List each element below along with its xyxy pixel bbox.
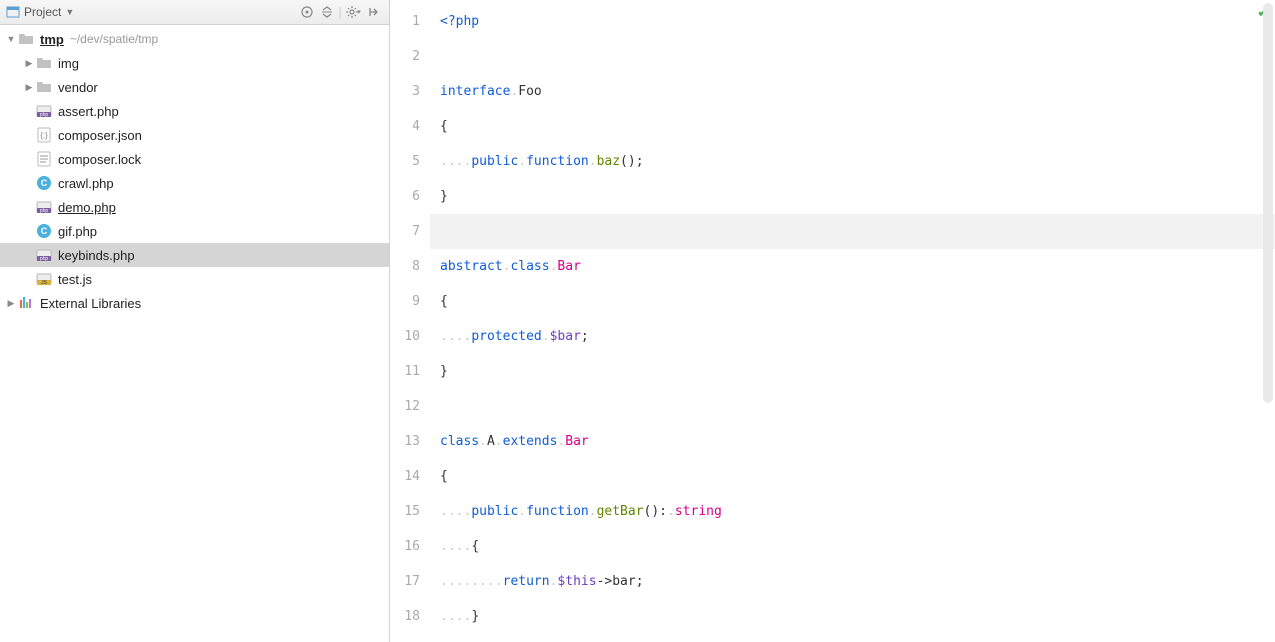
code-line[interactable] xyxy=(430,389,1275,424)
chevron-down-icon[interactable]: ▼ xyxy=(65,7,74,17)
project-icon xyxy=(6,5,20,19)
code-line[interactable]: ....public.function.getBar():.string xyxy=(430,494,1275,529)
line-number: 1 xyxy=(390,4,430,39)
tree-item-vendor[interactable]: ▶ vendor xyxy=(0,75,389,99)
tree-label: External Libraries xyxy=(40,296,141,311)
code-line[interactable]: } xyxy=(430,354,1275,389)
code-line[interactable]: } xyxy=(430,179,1275,214)
tree-label: tmp xyxy=(40,32,64,47)
tree-item-img[interactable]: ▶ img xyxy=(0,51,389,75)
hide-icon[interactable] xyxy=(363,2,383,22)
code-line[interactable]: <?php xyxy=(430,4,1275,39)
tree-item-composer-json[interactable]: ▶{;}composer.json xyxy=(0,123,389,147)
tree-item-gif-php[interactable]: ▶Cgif.php xyxy=(0,219,389,243)
folder-icon xyxy=(18,31,34,47)
scrollbar-thumb[interactable] xyxy=(1263,3,1273,403)
code-line[interactable]: { xyxy=(430,284,1275,319)
code-line[interactable]: ....protected.$bar; xyxy=(430,319,1275,354)
svg-text:php: php xyxy=(40,256,49,262)
json-icon: {;} xyxy=(36,127,52,143)
js-icon: JS xyxy=(36,271,52,287)
svg-text:C: C xyxy=(41,178,48,188)
folder-icon xyxy=(36,55,52,71)
tree-item-test-js[interactable]: ▶JStest.js xyxy=(0,267,389,291)
tree-item-tmp[interactable]: ▼ tmp ~/dev/spatie/tmp xyxy=(0,27,389,51)
tree-arrow-icon[interactable]: ▶ xyxy=(22,80,36,94)
c-icon: C xyxy=(36,175,52,191)
target-icon[interactable] xyxy=(297,2,317,22)
tree-item-assert-php[interactable]: ▶phpassert.php xyxy=(0,99,389,123)
php-icon: php xyxy=(36,103,52,119)
code-line[interactable]: { xyxy=(430,109,1275,144)
lib-icon xyxy=(18,295,34,311)
line-number: 12 xyxy=(390,389,430,424)
tree-label: crawl.php xyxy=(58,176,114,191)
folder-icon xyxy=(36,79,52,95)
tree-label: demo.php xyxy=(58,200,116,215)
svg-text:{;}: {;} xyxy=(40,131,48,140)
project-sidebar: Project ▼ | ▾ ▼ tmp ~/dev/spatie/tmp ▶ img ▶ v… xyxy=(0,0,390,642)
code-line[interactable]: interface.Foo xyxy=(430,74,1275,109)
tree-arrow-icon[interactable]: ▶ xyxy=(4,296,18,310)
code-line[interactable] xyxy=(430,39,1275,74)
gear-icon[interactable]: ▾ xyxy=(343,2,363,22)
tree-item-demo-php[interactable]: ▶phpdemo.php xyxy=(0,195,389,219)
tree-arrow-icon[interactable]: ▼ xyxy=(4,32,18,46)
code-line[interactable]: ....{ xyxy=(430,529,1275,564)
code-line[interactable]: { xyxy=(430,459,1275,494)
code-line[interactable]: ....public.function.baz(); xyxy=(430,144,1275,179)
line-number: 5 xyxy=(390,144,430,179)
line-number: 8 xyxy=(390,249,430,284)
code-area[interactable]: <?phpinterface.Foo{....public.function.b… xyxy=(430,0,1275,642)
line-number: 17 xyxy=(390,564,430,599)
tree-label: vendor xyxy=(58,80,98,95)
tree-label: img xyxy=(58,56,79,71)
tree-path: ~/dev/spatie/tmp xyxy=(70,32,158,46)
tree-item-keybinds-php[interactable]: ▶phpkeybinds.php xyxy=(0,243,389,267)
sidebar-title[interactable]: Project xyxy=(24,5,61,19)
tree-item-crawl-php[interactable]: ▶Ccrawl.php xyxy=(0,171,389,195)
tree-label: keybinds.php xyxy=(58,248,135,263)
line-number: 10 xyxy=(390,319,430,354)
code-line[interactable] xyxy=(430,214,1275,249)
line-number: 6 xyxy=(390,179,430,214)
line-number: 7 xyxy=(390,214,430,249)
project-tree[interactable]: ▼ tmp ~/dev/spatie/tmp ▶ img ▶ vendor ▶ php asser… xyxy=(0,25,389,642)
php-icon: php xyxy=(36,199,52,215)
code-line[interactable]: class.A.extends.Bar xyxy=(430,424,1275,459)
tree-item-composer-lock[interactable]: ▶composer.lock xyxy=(0,147,389,171)
tree-label: composer.json xyxy=(58,128,142,143)
line-number: 4 xyxy=(390,109,430,144)
line-number: 16 xyxy=(390,529,430,564)
code-line[interactable]: ....} xyxy=(430,599,1275,634)
tree-label: composer.lock xyxy=(58,152,141,167)
php-icon: php xyxy=(36,247,52,263)
code-line[interactable]: ........return.$this->bar; xyxy=(430,564,1275,599)
tree-label: test.js xyxy=(58,272,92,287)
collapse-icon[interactable] xyxy=(317,2,337,22)
line-number: 18 xyxy=(390,599,430,634)
scrollbar[interactable] xyxy=(1263,3,1275,403)
svg-text:C: C xyxy=(41,226,48,236)
tree-label: gif.php xyxy=(58,224,97,239)
code-editor[interactable]: 123456789101112131415161718 <?phpinterfa… xyxy=(390,0,1275,642)
line-number: 11 xyxy=(390,354,430,389)
svg-text:php: php xyxy=(40,112,49,118)
line-number: 2 xyxy=(390,39,430,74)
line-number: 3 xyxy=(390,74,430,109)
tree-arrow-icon[interactable]: ▶ xyxy=(22,56,36,70)
tree-label: assert.php xyxy=(58,104,119,119)
svg-text:JS: JS xyxy=(41,280,48,286)
lock-icon xyxy=(36,151,52,167)
c-icon: C xyxy=(36,223,52,239)
tree-item-external-libraries[interactable]: ▶ External Libraries xyxy=(0,291,389,315)
line-number: 15 xyxy=(390,494,430,529)
gutter: 123456789101112131415161718 xyxy=(390,0,430,642)
line-number: 13 xyxy=(390,424,430,459)
svg-text:php: php xyxy=(40,208,49,214)
sidebar-header: Project ▼ | ▾ xyxy=(0,0,389,25)
code-line[interactable]: abstract.class.Bar xyxy=(430,249,1275,284)
line-number: 14 xyxy=(390,459,430,494)
line-number: 9 xyxy=(390,284,430,319)
